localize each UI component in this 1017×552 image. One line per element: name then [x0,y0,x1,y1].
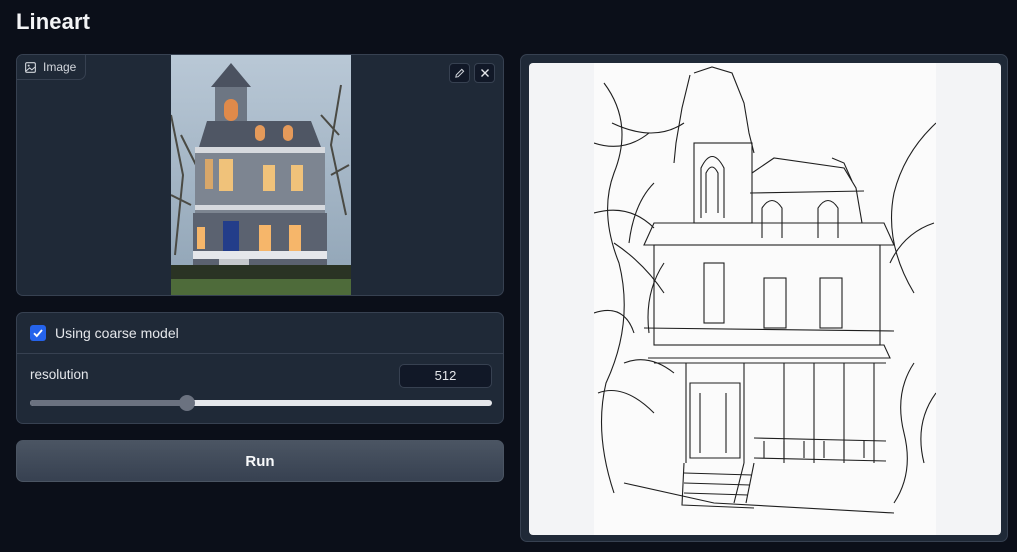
house-photo [171,55,351,295]
lineart-output-image [593,63,937,535]
pencil-icon [455,68,465,78]
image-label-badge: Image [17,55,87,80]
slider-fill [30,400,188,406]
checkmark-icon [33,329,43,338]
settings-panel: Using coarse model resolution 512 [16,312,504,424]
output-image-panel [520,54,1008,542]
image-label-text: Image [43,60,77,74]
coarse-model-label: Using coarse model [55,325,179,341]
close-icon [480,69,489,77]
clear-image-button[interactable] [474,63,495,83]
image-input-panel[interactable]: Image [16,54,504,296]
slider-thumb[interactable] [179,395,196,411]
edit-button[interactable] [449,63,470,83]
slider-track [30,400,492,406]
output-canvas [529,63,1001,535]
page-title: Lineart [16,9,91,34]
coarse-model-checkbox[interactable] [30,325,46,341]
resolution-number-input[interactable]: 512 [399,364,492,388]
resolution-label: resolution [30,367,89,382]
resolution-slider[interactable] [30,395,492,411]
run-button[interactable]: Run [16,440,504,482]
image-icon [25,61,36,73]
coarse-model-row[interactable]: Using coarse model [17,313,503,354]
